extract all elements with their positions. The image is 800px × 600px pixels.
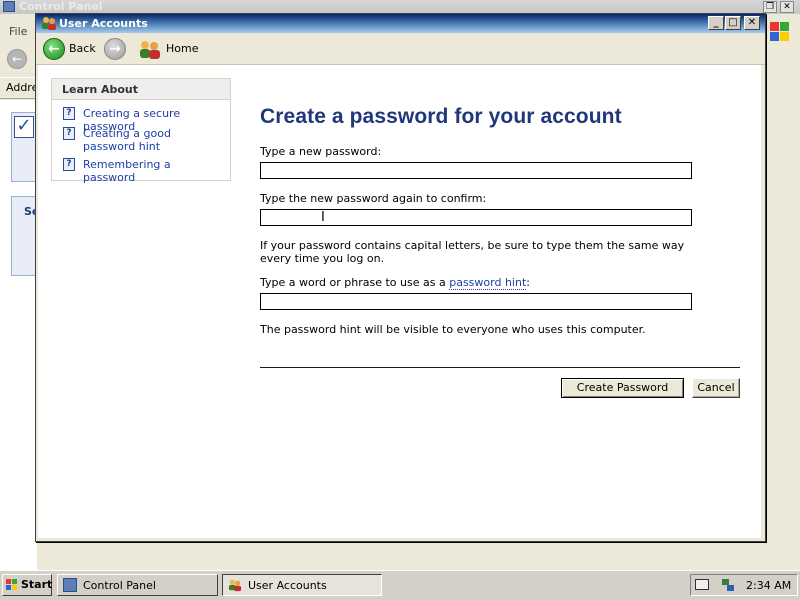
checkmark-icon: ✓ [14, 116, 34, 138]
clock[interactable]: 2:34 AM [746, 579, 791, 592]
help-icon: ? [63, 107, 75, 120]
taskbar-item-control-panel[interactable]: Control Panel [57, 574, 218, 596]
see-also-tile: Se [11, 196, 39, 276]
capitals-note: If your password contains capital letter… [260, 239, 685, 265]
new-password-label: Type a new password: [260, 145, 382, 158]
taskbar-item-user-accounts[interactable]: User Accounts [222, 574, 382, 596]
text-cursor-icon: I [321, 210, 325, 225]
page-title: Create a password for your account [260, 105, 622, 128]
taskbar: Start Control Panel User Accounts 2:34 A… [0, 570, 800, 600]
start-label: Start [21, 578, 53, 591]
back-arrow-icon[interactable]: ← [7, 49, 27, 69]
home-users-icon[interactable] [138, 39, 162, 59]
task-pane-tile: ✓ [11, 112, 37, 182]
control-panel-icon [3, 1, 15, 12]
create-password-button[interactable]: Create Password [561, 378, 684, 398]
network-icon[interactable] [721, 578, 735, 592]
home-button-label[interactable]: Home [166, 42, 198, 55]
control-panel-right-edge [764, 14, 800, 570]
windows-logo-icon [768, 20, 790, 42]
keyboard-icon[interactable] [695, 579, 709, 590]
taskbar-item-label: User Accounts [248, 579, 327, 592]
menu-file[interactable]: File [9, 25, 27, 38]
password-hint-link[interactable]: password hint [449, 276, 527, 290]
start-button[interactable]: Start [2, 574, 52, 596]
learn-about-heading: Learn About [62, 83, 139, 96]
password-hint-field[interactable] [260, 293, 692, 310]
confirm-password-label: Type the new password again to confirm: [260, 192, 487, 205]
navigation-bar: ← Back → Home [36, 33, 765, 65]
user-accounts-window: User Accounts _ □ ✕ ← Back → Home Learn … [35, 13, 766, 542]
close-icon[interactable]: ✕ [744, 16, 760, 30]
learn-about-panel: Learn About ? Creating a secure password… [51, 78, 231, 184]
control-panel-title: Control Panel [19, 0, 103, 13]
learn-link[interactable]: Creating a good password hint [83, 127, 223, 153]
user-accounts-title-bar[interactable]: User Accounts _ □ ✕ [36, 14, 765, 33]
hint-label-prefix: Type a word or phrase to use as a [260, 276, 450, 289]
minimize-icon[interactable]: _ [708, 16, 724, 30]
hint-visibility-note: The password hint will be visible to eve… [260, 323, 646, 336]
restore-icon[interactable]: ❐ [763, 1, 777, 13]
taskbar-item-label: Control Panel [83, 579, 156, 592]
menu-bar: File [0, 22, 40, 42]
user-accounts-icon [228, 579, 242, 592]
divider [260, 367, 740, 368]
back-arrow-icon[interactable]: ← [43, 38, 65, 60]
hint-label-suffix: : [526, 276, 530, 289]
user-accounts-icon [42, 17, 56, 30]
control-panel-title-bar[interactable]: Control Panel [0, 0, 800, 14]
control-panel-icon [63, 578, 77, 592]
new-password-field[interactable] [260, 162, 692, 179]
system-tray: 2:34 AM [690, 574, 798, 596]
hint-label: Type a word or phrase to use as a passwo… [260, 276, 530, 290]
address-label: Addre [6, 81, 39, 94]
maximize-icon[interactable]: □ [725, 16, 741, 30]
help-icon: ? [63, 127, 75, 140]
content-area: Learn About ? Creating a secure password… [38, 65, 761, 538]
window-title: User Accounts [59, 17, 148, 30]
forward-arrow-icon[interactable]: → [104, 38, 126, 60]
cancel-button[interactable]: Cancel [692, 378, 740, 398]
help-icon: ? [63, 158, 75, 171]
learn-link[interactable]: Remembering a password [83, 158, 223, 184]
back-button-label[interactable]: Back [69, 42, 96, 55]
learn-about-header: Learn About [52, 79, 230, 100]
windows-flag-icon [6, 579, 18, 591]
close-icon[interactable]: ✕ [780, 1, 794, 13]
